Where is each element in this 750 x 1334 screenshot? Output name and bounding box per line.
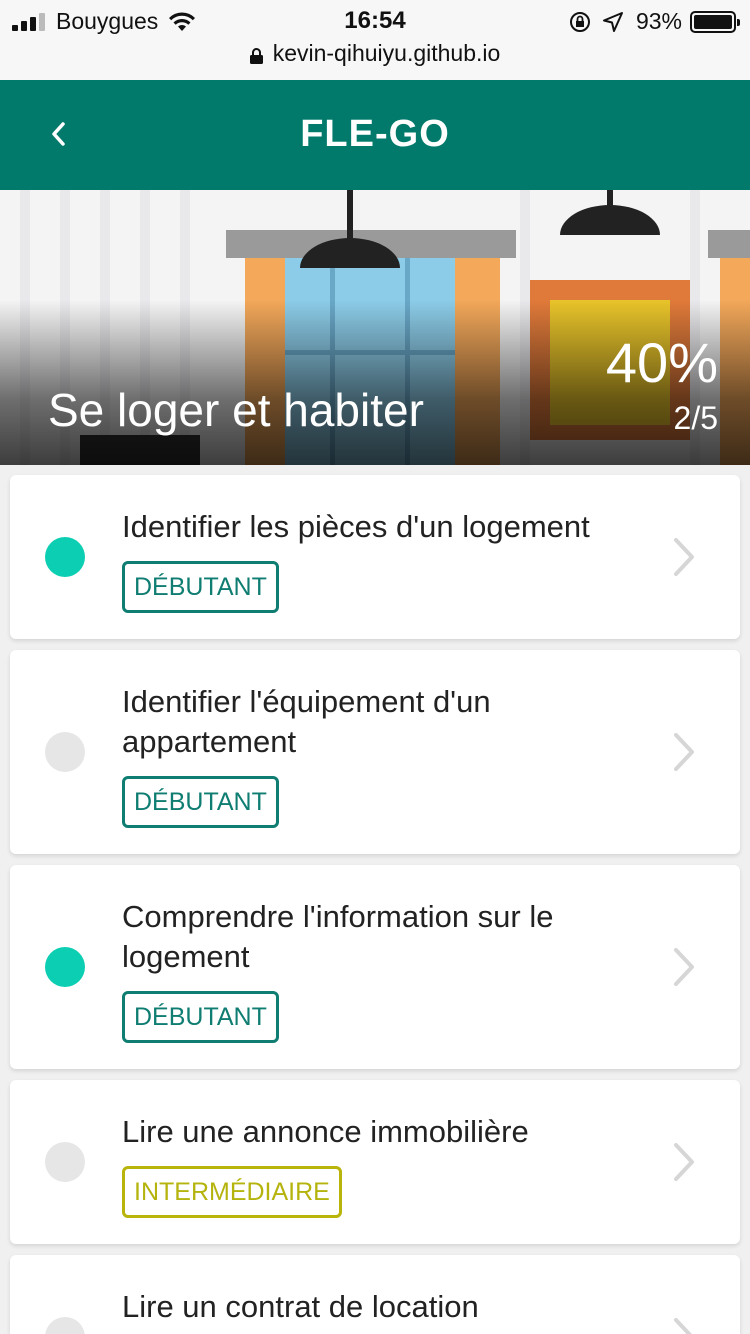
lesson-title: Comprendre l'information sur le logement [122,899,554,974]
lesson-card[interactable]: Comprendre l'information sur le logement… [10,865,740,1069]
lesson-title: Lire un contrat de location [122,1289,479,1324]
lock-icon [249,47,263,64]
incomplete-dot-icon [45,1317,85,1334]
hero-banner: Se loger et habiter 40% 2/5 [0,190,750,465]
address-bar[interactable]: kevin-qihuiyu.github.io [0,40,750,67]
level-badge: INTERMÉDIAIRE [122,1166,342,1218]
chevron-right-icon [674,948,694,986]
lesson-title: Identifier les pièces d'un logement [122,509,590,544]
progress-percent: 40% [605,331,718,394]
chevron-right-icon [674,733,694,771]
chevron-right-icon [674,1143,694,1181]
battery-percent: 93% [635,8,682,34]
completed-dot-icon [45,947,85,987]
lesson-title: Identifier l'équipement d'un appartement [122,684,491,759]
lesson-card[interactable]: Identifier l'équipement d'un appartement… [10,650,740,854]
lesson-title: Lire une annonce immobilière [122,1114,529,1149]
lesson-list: Identifier les pièces d'un logement DÉBU… [10,475,740,1334]
incomplete-dot-icon [45,732,85,772]
level-badge: DÉBUTANT [122,776,279,828]
status-right: 93% [568,8,740,35]
level-badge: DÉBUTANT [122,561,279,613]
completed-dot-icon [45,537,85,577]
incomplete-dot-icon [45,1142,85,1182]
status-bar: Bouygues 16:54 93% kevin-qihuiyu.github.… [0,0,750,80]
battery-icon [690,10,740,33]
lesson-card[interactable]: Lire un contrat de location [10,1255,740,1334]
app-title: FLE-GO [300,113,450,155]
hero-title: Se loger et habiter [48,384,424,436]
chevron-right-icon [674,1318,692,1334]
lesson-card[interactable]: Identifier les pièces d'un logement DÉBU… [10,475,740,639]
level-badge: DÉBUTANT [122,991,279,1043]
lesson-card[interactable]: Lire une annonce immobilière INTERMÉDIAI… [10,1080,740,1244]
progress-count: 2/5 [673,400,718,436]
url-text: kevin-qihuiyu.github.io [272,40,501,66]
chevron-right-icon [674,538,694,576]
location-arrow-icon [602,11,623,32]
app-header: FLE-GO [0,80,750,190]
rotation-lock-icon [569,11,590,32]
